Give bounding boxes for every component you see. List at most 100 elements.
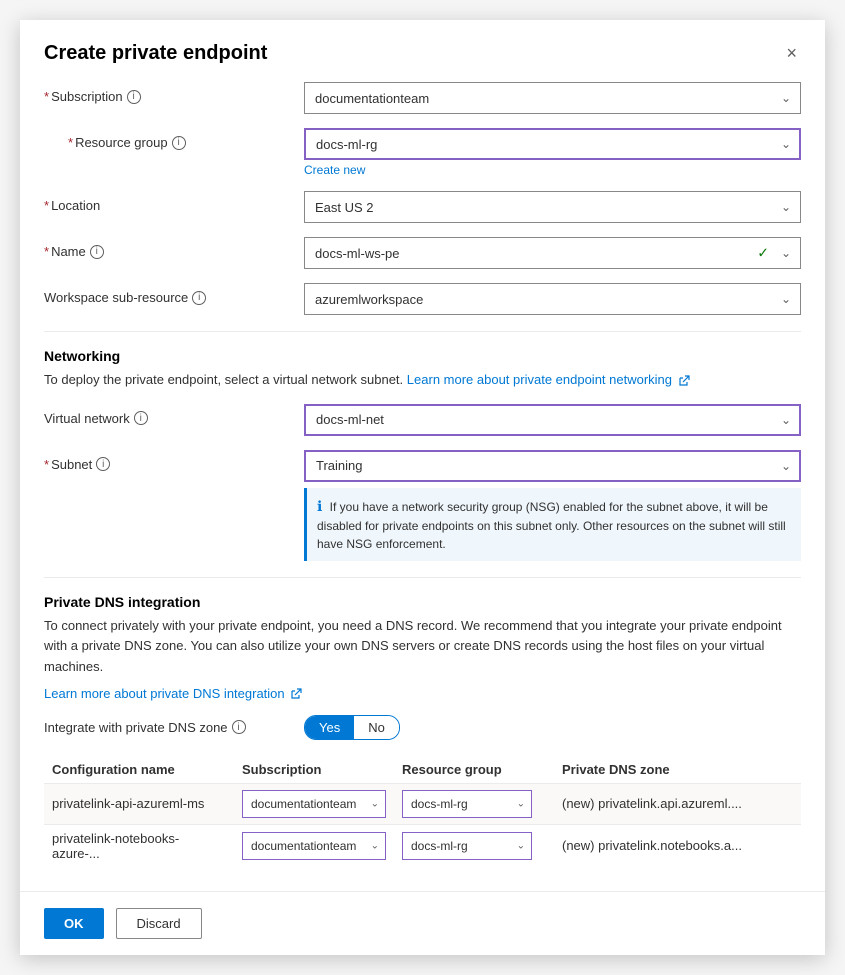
dialog-title: Create private endpoint [44,42,267,65]
private-dns-section: Private DNS integration To connect priva… [44,594,801,867]
dns-toggle-row: Integrate with private DNS zone i Yes No [44,715,801,740]
networking-heading: Networking [44,348,801,364]
create-new-link[interactable]: Create new [304,163,801,177]
virtual-network-info-icon[interactable]: i [134,411,148,425]
virtual-network-label: Virtual network i [44,404,304,426]
dialog-header: Create private endpoint × [20,20,825,82]
name-control: ✓ ⌄ [304,237,801,269]
workspace-subresource-control: azuremlworkspace ⌄ [304,283,801,315]
dns-table-row-1: privatelink-api-azureml-ms documentation… [44,783,801,824]
dns-learn-link-wrapper: Learn more about private DNS integration [44,686,801,701]
required-star-rg: * [68,135,73,150]
location-row: * Location East US 2 ⌄ [44,191,801,223]
name-row: * Name i ✓ ⌄ [44,237,801,269]
networking-learn-link[interactable]: Learn more about private endpoint networ… [407,372,690,387]
dialog-footer: OK Discard [20,891,825,955]
subnet-control: Training ⌄ ℹ If you have a network secur… [304,450,801,561]
config-name-1: privatelink-api-azureml-ms [44,783,234,824]
required-star: * [44,89,49,104]
name-input-wrapper: ✓ ⌄ [304,237,801,269]
resource-group-row: * Resource group i docs-ml-rg ⌄ Create n… [44,128,801,177]
location-control: East US 2 ⌄ [304,191,801,223]
subnet-dropdown[interactable]: Training [304,450,801,482]
external-link-icon [678,375,690,387]
workspace-subresource-dropdown-wrapper: azuremlworkspace ⌄ [304,283,801,315]
dns-toggle-control: Yes No [304,715,400,740]
name-info-icon[interactable]: i [90,245,104,259]
dns-toggle[interactable]: Yes No [304,715,400,740]
dns-zone-cell-1: (new) privatelink.api.azureml.... [554,783,801,824]
subscription-cell-1: documentationteam ⌄ [234,783,394,824]
subscription-header: Subscription [234,756,394,784]
section-divider-1 [44,331,801,332]
resource-group-dropdown-wrapper: docs-ml-rg ⌄ [304,128,801,160]
section-divider-2 [44,577,801,578]
subscription-cell-2: documentationteam ⌄ [234,824,394,867]
workspace-subresource-dropdown[interactable]: azuremlworkspace [304,283,801,315]
dns-table-head: Configuration name Subscription Resource… [44,756,801,784]
toggle-no[interactable]: No [354,716,399,739]
private-dns-heading: Private DNS integration [44,594,801,610]
nsg-info-box: ℹ If you have a network security group (… [304,488,801,561]
resource-group-dropdown-wrapper-1: docs-ml-rg ⌄ [402,790,532,818]
dns-row1-rg-dropdown[interactable]: docs-ml-rg [402,790,532,818]
private-dns-description: To connect privately with your private e… [44,616,801,678]
subscription-control: documentationteam ⌄ [304,82,801,114]
resource-group-info-icon[interactable]: i [172,136,186,150]
dns-table-body: privatelink-api-azureml-ms documentation… [44,783,801,867]
subscription-dropdown-wrapper: documentationteam ⌄ [304,82,801,114]
dns-table: Configuration name Subscription Resource… [44,756,801,867]
dns-row1-subscription-dropdown[interactable]: documentationteam [242,790,386,818]
subscription-label: * Subscription i [44,82,304,104]
ok-button[interactable]: OK [44,908,104,939]
subnet-label: * Subnet i [44,450,304,472]
create-private-endpoint-dialog: Create private endpoint × * Subscription… [20,20,825,955]
dns-toggle-info-icon[interactable]: i [232,720,246,734]
config-name-header: Configuration name [44,756,234,784]
virtual-network-dropdown-wrapper: docs-ml-net ⌄ [304,404,801,436]
discard-button[interactable]: Discard [116,908,202,939]
dns-table-row-2: privatelink-notebooks-azure-... document… [44,824,801,867]
networking-section: Networking To deploy the private endpoin… [44,348,801,561]
resource-group-label: * Resource group i [44,128,304,150]
resource-group-dropdown[interactable]: docs-ml-rg [304,128,801,160]
subscription-dropdown-wrapper-2: documentationteam ⌄ [242,832,386,860]
subnet-row: * Subnet i Training ⌄ ℹ If you have a ne… [44,450,801,561]
subnet-dropdown-wrapper: Training ⌄ [304,450,801,482]
location-dropdown[interactable]: East US 2 [304,191,801,223]
workspace-subresource-row: Workspace sub-resource i azuremlworkspac… [44,283,801,315]
resource-group-header: Resource group [394,756,554,784]
resource-group-control: docs-ml-rg ⌄ Create new [304,128,801,177]
resource-group-cell-1: docs-ml-rg ⌄ [394,783,554,824]
dns-zone-cell-2: (new) privatelink.notebooks.a... [554,824,801,867]
name-label: * Name i [44,237,304,259]
networking-description: To deploy the private endpoint, select a… [44,370,801,390]
dns-learn-link[interactable]: Learn more about private DNS integration [44,686,302,701]
location-dropdown-wrapper: East US 2 ⌄ [304,191,801,223]
required-star-subnet: * [44,457,49,472]
virtual-network-control: docs-ml-net ⌄ [304,404,801,436]
required-star-name: * [44,244,49,259]
location-label: * Location [44,191,304,213]
name-input[interactable] [304,237,801,269]
toggle-yes[interactable]: Yes [305,716,354,739]
dns-external-link-icon [290,688,302,700]
resource-group-cell-2: docs-ml-rg ⌄ [394,824,554,867]
dns-row2-rg-dropdown[interactable]: docs-ml-rg [402,832,532,860]
virtual-network-dropdown[interactable]: docs-ml-net [304,404,801,436]
subscription-info-icon[interactable]: i [127,90,141,104]
workspace-subresource-info-icon[interactable]: i [192,291,206,305]
dns-row2-subscription-dropdown[interactable]: documentationteam [242,832,386,860]
subscription-dropdown[interactable]: documentationteam [304,82,801,114]
dns-toggle-label: Integrate with private DNS zone i [44,720,304,735]
close-button[interactable]: × [782,40,801,66]
subnet-info-icon[interactable]: i [96,457,110,471]
subscription-row: * Subscription i documentationteam ⌄ [44,82,801,114]
subscription-dropdown-wrapper-1: documentationteam ⌄ [242,790,386,818]
dns-table-header-row: Configuration name Subscription Resource… [44,756,801,784]
dns-zone-header: Private DNS zone [554,756,801,784]
dialog-body: * Subscription i documentationteam ⌄ * R… [20,82,825,891]
workspace-subresource-label: Workspace sub-resource i [44,283,304,305]
virtual-network-row: Virtual network i docs-ml-net ⌄ [44,404,801,436]
required-star-loc: * [44,198,49,213]
